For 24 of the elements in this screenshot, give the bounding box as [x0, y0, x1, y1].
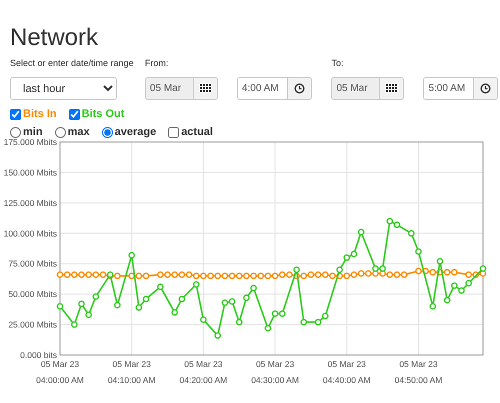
page-title: Network: [10, 23, 98, 52]
x-tick-label: 05 Mar 23 04:20:00 AM: [180, 359, 228, 385]
y-tick-label: 75.000 Mbits: [8, 258, 57, 269]
y-tick-label: 0.000 bits: [20, 350, 57, 360]
to-label: To:: [331, 58, 344, 69]
y-tick-label: 150.000 Mbits: [4, 167, 57, 178]
series-label: Bits Out: [82, 108, 124, 121]
y-tick-label: 175.000 Mbits: [4, 137, 57, 147]
x-tick-label: 05 Mar 23 04:40:00 AM: [322, 359, 371, 385]
y-tick-label: 100.000 Mbits: [4, 228, 57, 238]
x-tick-label: 05 Mar 23 04:10:00 AM: [108, 359, 156, 385]
x-tick-label: 05 Mar 23 04:00:00 AM: [36, 359, 84, 385]
y-tick-label: 125.000 Mbits: [4, 198, 57, 208]
range-label: Select or enter date/time range: [10, 58, 134, 69]
from-label: From:: [144, 58, 170, 69]
mode-label: min: [23, 126, 43, 138]
y-tick-label: 50.000 Mbits: [8, 289, 57, 300]
series-label: Bits In: [23, 108, 57, 121]
x-tick-label: 05 Mar 23 04:30:00 AM: [251, 359, 299, 385]
y-tick-label: 25.000 Mbits: [8, 320, 57, 330]
mode-label: max: [68, 126, 90, 139]
mode-label: average: [114, 126, 156, 139]
x-tick-label: 05 Mar 23 04:50:00 AM: [394, 359, 442, 385]
mode-label: actual: [181, 126, 213, 139]
